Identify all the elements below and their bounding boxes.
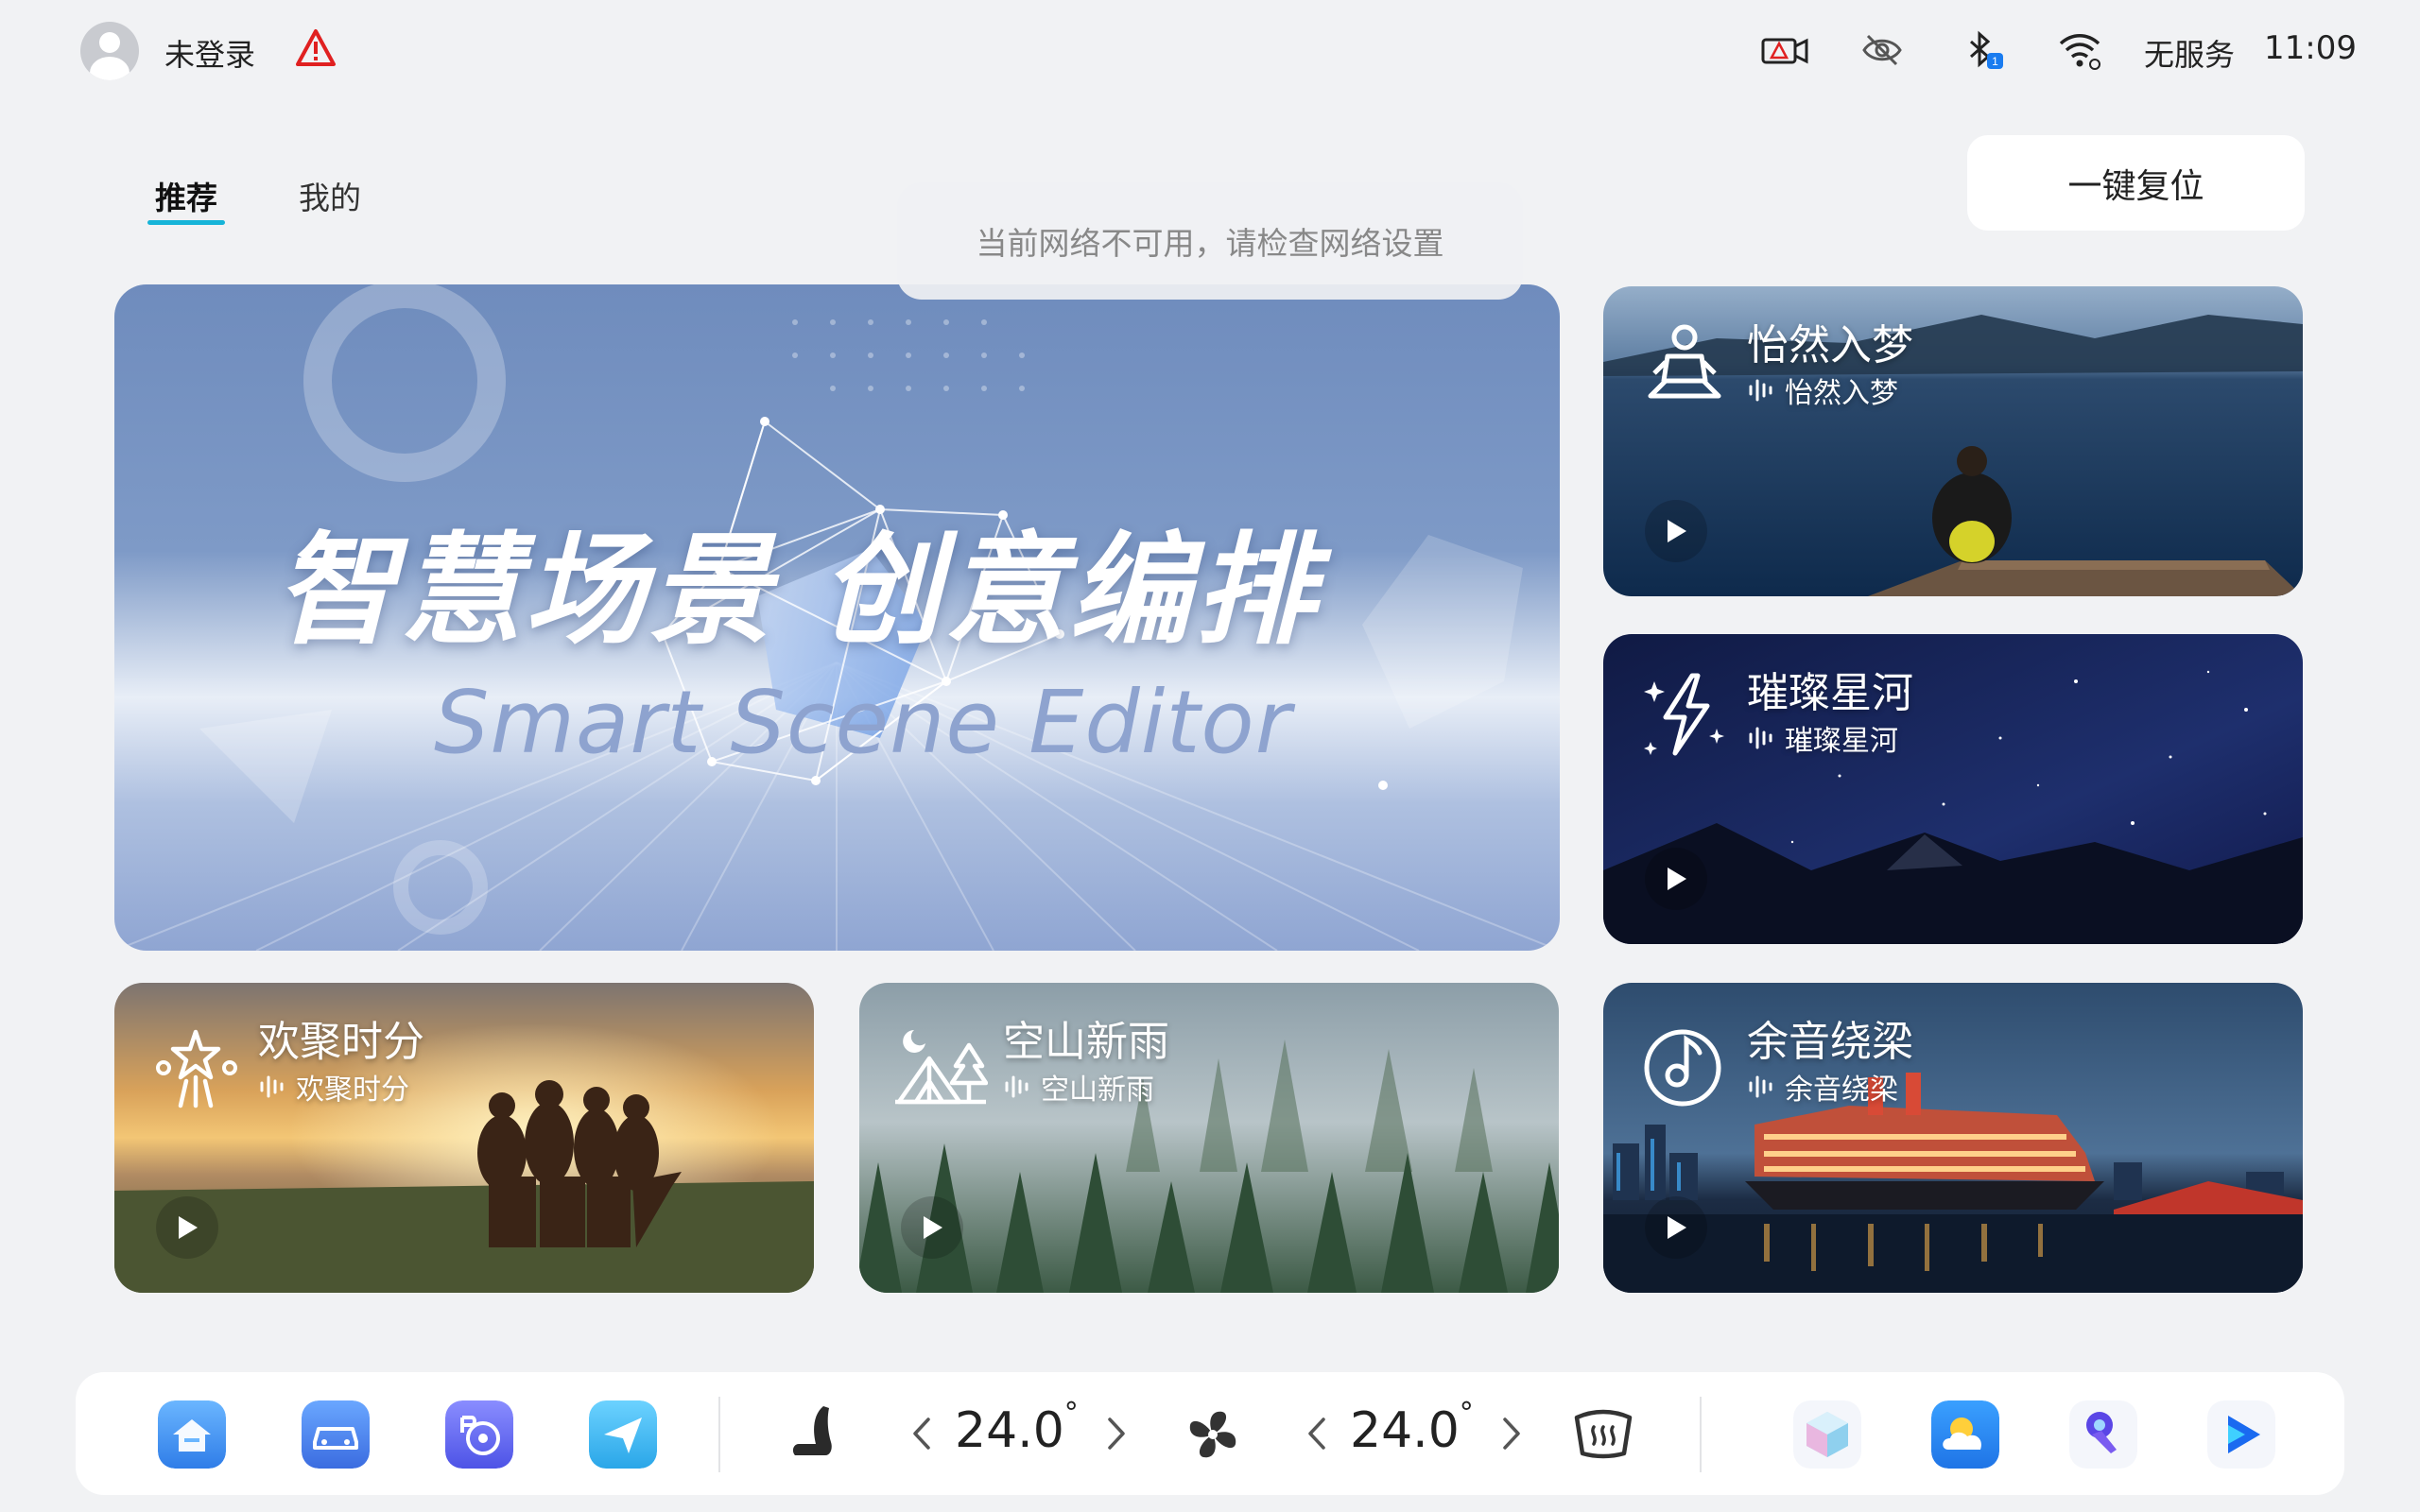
cube-app-icon[interactable] [1793,1400,1861,1469]
car-icon[interactable] [302,1400,370,1469]
seat-icon[interactable] [780,1400,846,1469]
tab-mine[interactable]: 我的 [299,173,361,218]
voice-command-text: 欢聚时分 [296,1074,409,1107]
music-note-icon [1644,1029,1721,1107]
card-title: 怡然入梦 [1747,321,1913,369]
network-error-toast: 当前网络不可用，请检查网络设置 [897,182,1523,300]
card-title: 欢聚时分 [258,1018,424,1066]
scene-card-gathering[interactable]: 欢聚时分 欢聚时分 [114,983,814,1293]
sentry-off-icon [1862,34,1902,66]
right-temp-up-button[interactable] [1497,1412,1526,1455]
camping-tent-icon [895,1030,988,1105]
active-tab-indicator [147,220,225,225]
voice-wave-icon [260,1075,284,1098]
voice-wave-icon [1749,1075,1772,1098]
dashcam-warning-icon [1761,38,1808,64]
scene-card-rain[interactable]: 空山新雨 空山新雨 [859,983,1559,1293]
voice-command-hint: 怡然入梦 [1747,369,1898,411]
card-title: 璀璨星河 [1747,669,1913,717]
network-status-label: 无服务 [2144,37,2236,73]
voice-command-hint: 空山新雨 [1003,1066,1154,1108]
dock-divider [718,1397,720,1472]
bluetooth-badge: 1 [1992,55,1998,68]
scene-card-dream[interactable]: 怡然入梦 怡然入梦 [1603,286,2303,596]
tab-recommend[interactable]: 推荐 [155,173,217,218]
play-button[interactable] [156,1196,218,1259]
voice-command-hint: 璀璨星河 [1747,717,1898,759]
play-button[interactable] [1645,500,1707,562]
hero-title: 智慧场景 创意编排 [275,521,1320,662]
voice-command-text: 空山新雨 [1041,1074,1154,1107]
scene-card-galaxy[interactable]: 璀璨星河 璀璨星河 [1603,634,2303,944]
card-title: 余音绕梁 [1747,1018,1913,1066]
card-title: 空山新雨 [1003,1018,1169,1066]
play-icon [1668,520,1686,542]
weather-app-icon[interactable] [1931,1400,1999,1469]
rear-defrost-icon[interactable] [1569,1400,1637,1469]
right-temperature-value: 24.0 [1350,1402,1460,1459]
left-temp-down-button[interactable] [908,1412,936,1455]
left-temp-up-button[interactable] [1102,1412,1131,1455]
voice-command-text: 怡然入梦 [1785,377,1898,410]
voice-wave-icon [1749,727,1772,749]
avatar[interactable] [80,22,139,80]
play-icon [924,1216,942,1239]
hero-banner[interactable]: 智慧场景 创意编排 Smart Scene Editor [114,284,1560,951]
fan-icon[interactable] [1179,1400,1247,1469]
voice-command-hint: 欢聚时分 [258,1066,409,1108]
scene-card-music[interactable]: 余音绕梁 余音绕梁 [1603,983,2303,1293]
play-icon [1668,868,1686,890]
voice-wave-icon [1005,1075,1028,1098]
home-icon[interactable] [158,1400,226,1469]
video-play-app-icon[interactable] [2207,1400,2275,1469]
bluetooth-icon: 1 [1970,30,2003,69]
voice-wave-icon [1749,379,1772,402]
navigation-icon[interactable] [589,1400,657,1469]
bottom-dock: 24.0° 24.0° [76,1372,2344,1495]
dock-divider [1700,1397,1702,1472]
status-bar: 未登录 1 无服务 11:09 [0,0,2420,104]
steering-wheel-icon[interactable] [445,1400,513,1469]
hero-subtitle: Smart Scene Editor [434,672,1292,773]
left-temperature-value: 24.0 [955,1402,1064,1459]
reset-button[interactable]: 一键复位 [1967,135,2305,231]
voice-command-text: 余音绕梁 [1785,1074,1898,1107]
login-status-text[interactable]: 未登录 [164,31,255,75]
voice-command-text: 璀璨星河 [1785,725,1898,758]
voice-command-hint: 余音绕梁 [1747,1066,1898,1108]
play-button[interactable] [901,1196,963,1259]
right-temperature: 24.0° [1350,1397,1474,1459]
wifi-icon [2059,34,2100,70]
lightning-sparkle-icon [1644,673,1724,756]
fireworks-icon [156,1029,237,1108]
right-temp-down-button[interactable] [1303,1412,1331,1455]
play-button[interactable] [1645,848,1707,910]
play-button[interactable] [1645,1196,1707,1259]
clock: 11:09 [2264,29,2357,67]
left-temperature: 24.0° [955,1397,1079,1459]
play-icon [179,1216,198,1239]
voice-mic-app-icon[interactable] [2069,1400,2137,1469]
degree-symbol: ° [1459,1397,1474,1430]
degree-symbol: ° [1063,1397,1079,1430]
warning-icon[interactable] [295,28,337,68]
meditation-icon [1648,324,1721,399]
play-icon [1668,1216,1686,1239]
